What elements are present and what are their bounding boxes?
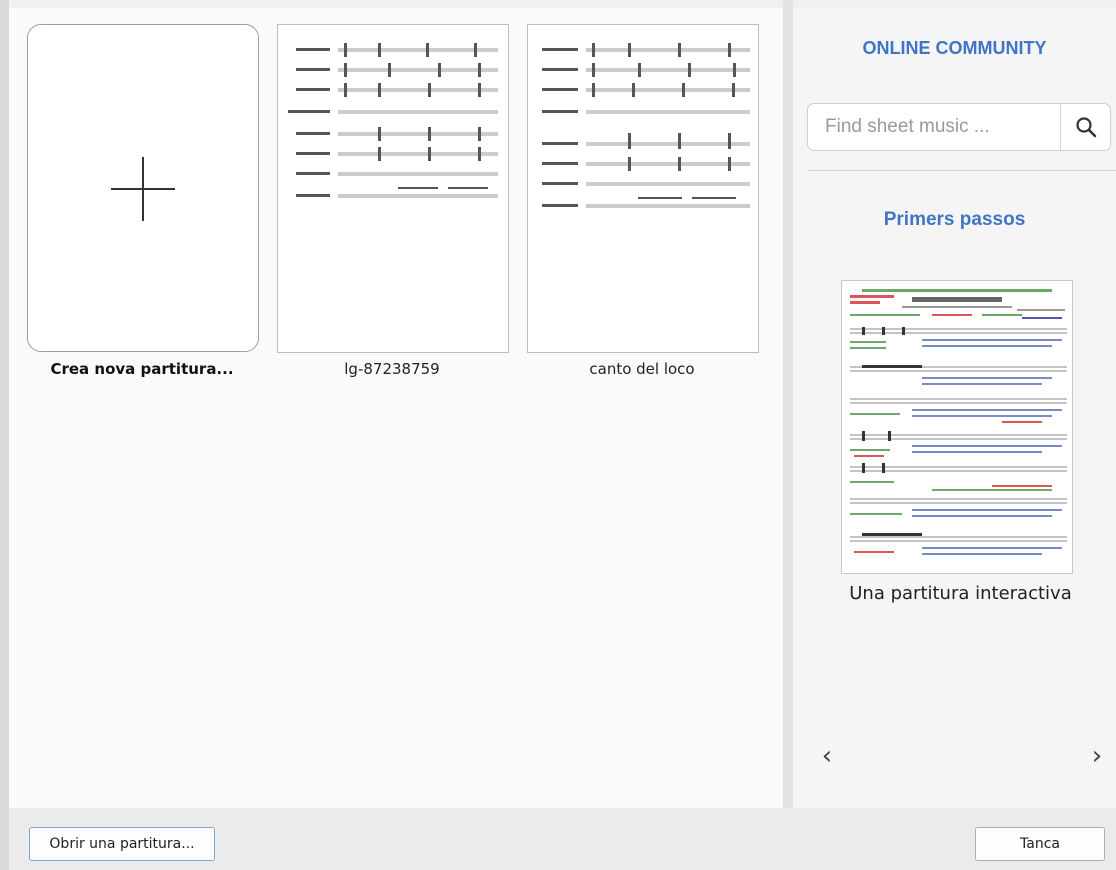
panel-divider [783,0,793,808]
window-left-edge [0,0,9,870]
chevron-left-icon[interactable]: ‹ [815,741,839,771]
featured-score-caption: Una partitura interactiva [849,583,1072,604]
online-community-panel: ONLINE COMMUNITY Primers passos [793,8,1116,808]
plus-icon-bar [111,188,175,190]
search-button[interactable] [1061,104,1111,150]
new-score-label: Crea nova partitura... [50,360,234,378]
recent-score-label-2: canto del loco [589,360,695,378]
search-box [807,103,1111,151]
score-thumbnail-2 [542,43,750,208]
chevron-right-icon[interactable]: › [1085,741,1109,771]
recent-score-card-2[interactable] [527,24,759,353]
search-input[interactable] [808,104,1060,150]
open-score-button[interactable]: Obrir una partitura... [29,827,215,861]
new-score-card[interactable] [27,24,259,352]
section-title: Primers passos [883,209,1026,230]
score-thumbnail-1 [288,43,498,198]
tutorial-score-preview [850,289,1067,555]
community-title: ONLINE COMMUNITY [862,38,1047,58]
score-gallery: Crea nova partitura... lg-87238759 canto… [9,8,783,808]
top-strip [0,0,1116,8]
close-button[interactable]: Tanca [975,827,1105,861]
search-icon [1076,117,1097,138]
recent-score-card-1[interactable] [277,24,509,353]
recent-score-label-1: lg-87238759 [344,360,440,378]
divider [807,170,1116,171]
featured-score-thumbnail[interactable] [841,280,1073,574]
